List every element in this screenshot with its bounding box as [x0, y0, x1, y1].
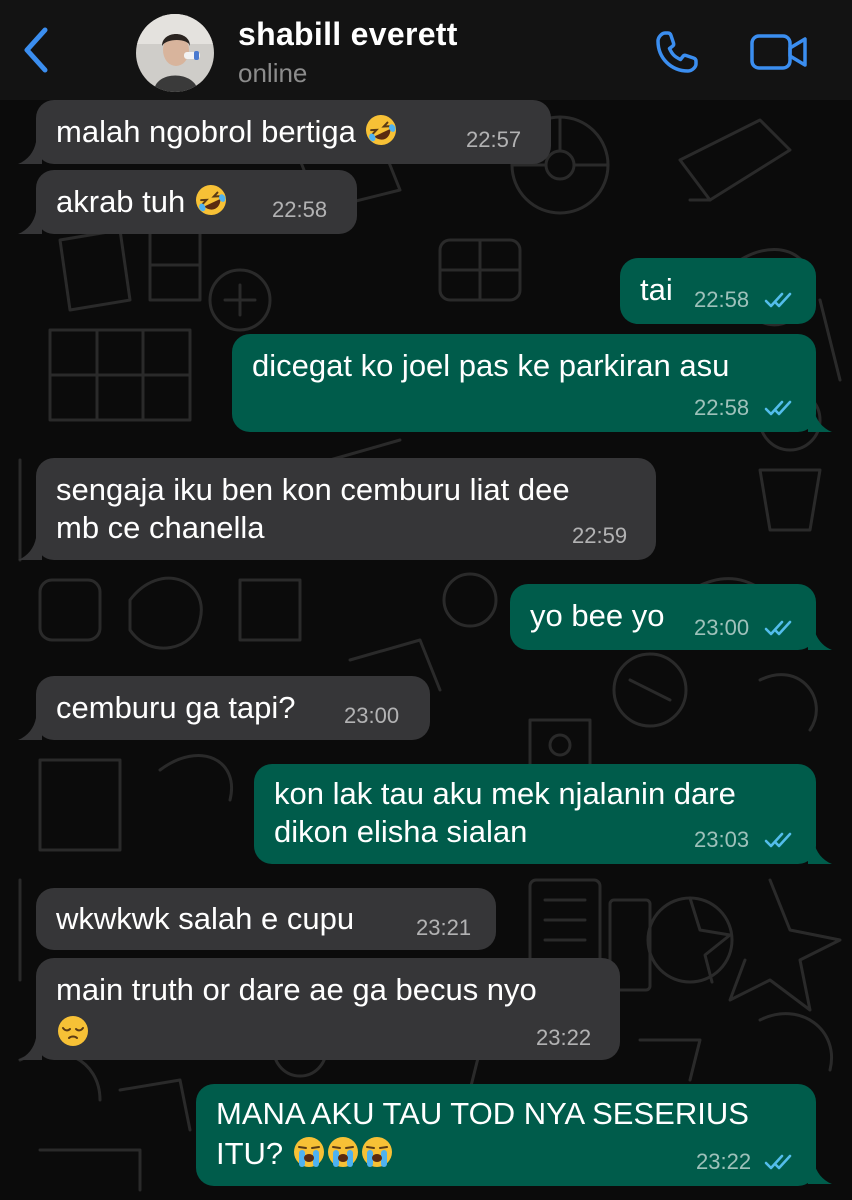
message-time: 22:59: [572, 523, 628, 548]
message-bubble-incoming[interactable]: main truth or dare ae ga becus nyo 23:22: [36, 958, 620, 1060]
message-time: 23:21: [416, 915, 472, 940]
rofl-emoji-icon: [195, 185, 226, 215]
message-text: sengaja iku ben kon cemburu liat dee: [56, 472, 570, 507]
message-bubble-incoming[interactable]: cemburu ga tapi? 23:00: [36, 676, 430, 740]
message-bubble-incoming[interactable]: wkwkwk salah e cupu 23:21: [36, 888, 496, 950]
message-text: mb ce chanella: [56, 510, 265, 545]
double-check-icon: [764, 292, 792, 308]
message-text: tai: [640, 272, 673, 307]
phone-icon: [656, 31, 698, 73]
double-check-icon: [764, 400, 792, 416]
voice-call-button[interactable]: [648, 24, 706, 80]
double-check-icon: [764, 620, 792, 636]
video-call-button[interactable]: [744, 24, 814, 80]
message-time: 22:57: [466, 127, 522, 152]
message-text: ITU?: [216, 1136, 284, 1171]
message-text: cemburu ga tapi?: [56, 690, 296, 725]
message-text: MANA AKU TAU TOD NYA SESERIUS: [216, 1096, 749, 1131]
sob-emoji-icon: [327, 1137, 358, 1167]
double-check-icon: [764, 1154, 792, 1170]
message-bubble-incoming[interactable]: akrab tuh 22:58: [36, 170, 357, 234]
chat-screen: shabill everett online malah ngobrol ber…: [0, 0, 852, 1200]
message-time: 23:03: [694, 827, 750, 852]
sob-emoji-icon: [361, 1137, 392, 1167]
message-text: dikon elisha sialan: [274, 814, 528, 849]
avatar[interactable]: [136, 14, 214, 92]
message-bubble-outgoing[interactable]: kon lak tau aku mek njalanin dare dikon …: [254, 764, 816, 864]
message-bubble-outgoing[interactable]: yo bee yo 23:00: [510, 584, 816, 650]
message-time: 22:58: [272, 197, 328, 222]
message-text: yo bee yo: [530, 598, 665, 633]
contact-name[interactable]: shabill everett: [238, 16, 458, 53]
double-check-icon: [764, 832, 792, 848]
message-time: 23:22: [536, 1025, 592, 1050]
chevron-left-icon: [24, 27, 48, 73]
video-camera-icon: [750, 34, 807, 70]
message-text: main truth or dare ae ga becus nyo: [56, 972, 537, 1007]
message-text: malah ngobrol bertiga: [56, 114, 356, 149]
message-time: 23:00: [694, 615, 750, 640]
back-button[interactable]: [10, 22, 62, 78]
contact-status: online: [238, 58, 308, 88]
sob-emoji-icon: [293, 1137, 324, 1167]
pensive-emoji-icon: [58, 1016, 88, 1046]
message-bubble-incoming[interactable]: sengaja iku ben kon cemburu liat dee mb …: [36, 458, 656, 560]
avatar-photo: [136, 14, 214, 92]
message-time: 22:58: [694, 287, 750, 312]
message-bubble-outgoing[interactable]: dicegat ko joel pas ke parkiran asu 22:5…: [232, 334, 816, 432]
message-text: akrab tuh: [56, 184, 186, 219]
message-text: wkwkwk salah e cupu: [56, 901, 355, 936]
message-text: dicegat ko joel pas ke parkiran asu: [252, 348, 730, 383]
message-time: 22:58: [694, 395, 750, 420]
message-time: 23:22: [696, 1149, 752, 1174]
chat-header: shabill everett online: [0, 0, 852, 100]
message-bubble-outgoing[interactable]: MANA AKU TAU TOD NYA SESERIUS ITU? 23:22: [196, 1084, 816, 1186]
message-bubble-outgoing[interactable]: tai 22:58: [620, 258, 816, 324]
message-time: 23:00: [344, 703, 400, 728]
message-bubble-incoming[interactable]: malah ngobrol bertiga 22:57: [36, 100, 551, 164]
message-text: kon lak tau aku mek njalanin dare: [274, 776, 736, 811]
rofl-emoji-icon: [366, 115, 397, 145]
